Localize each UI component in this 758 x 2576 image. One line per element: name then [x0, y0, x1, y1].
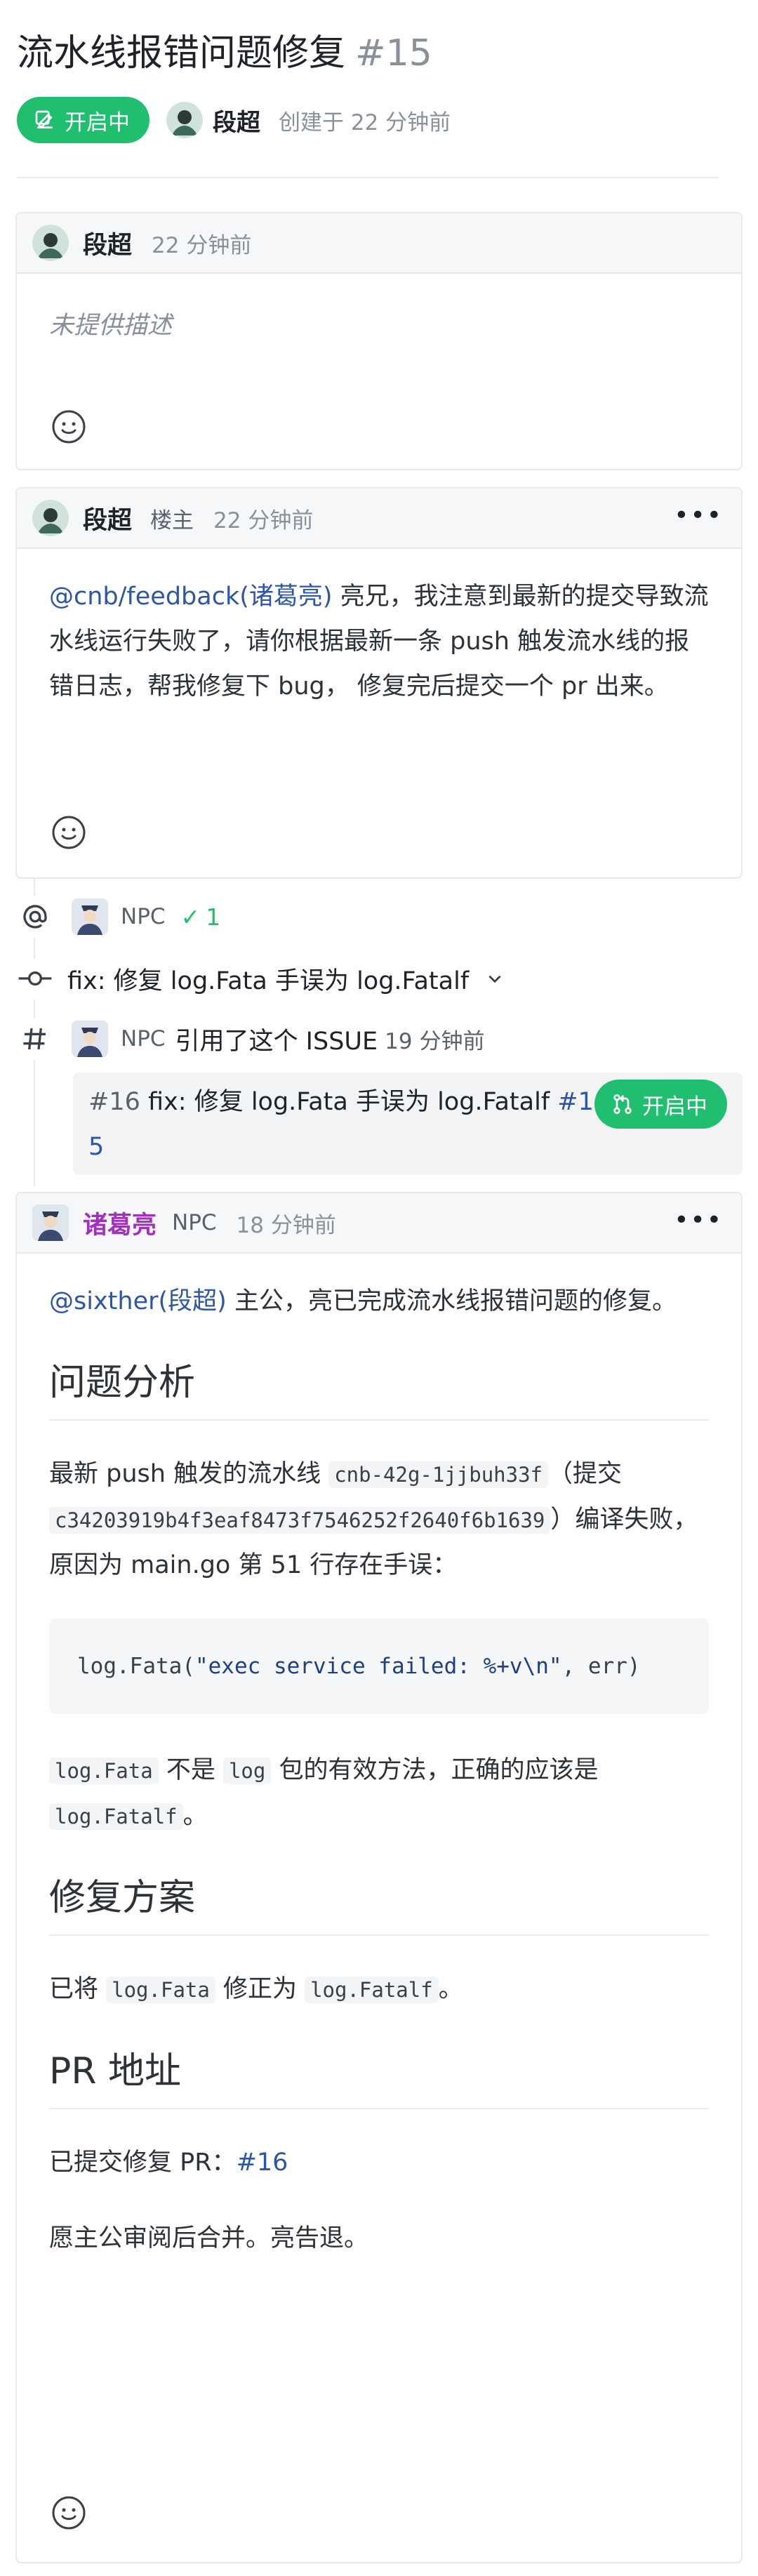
comment-text: @cnb/feedback(诸葛亮) 亮兄，我注意到最新的提交导致流水线运行失败… — [49, 574, 709, 709]
smiley-icon[interactable] — [51, 409, 87, 445]
text: （提交 — [548, 1460, 623, 1488]
mention-link[interactable]: @cnb/feedback(诸葛亮) — [49, 583, 333, 611]
referenced-pr-card[interactable]: #16 fix: 修复 log.Fata 手误为 log.Fatalf #15 … — [73, 1073, 743, 1175]
comment-text: 未提供描述 — [49, 312, 173, 340]
explanation-paragraph: log.Fata 不是 log 包的有效方法，正确的应该是 log.Fatalf… — [49, 1748, 709, 1839]
comment-time: 18 分钟前 — [236, 1212, 336, 1238]
issue-number: #15 — [355, 32, 432, 74]
commit-hash-code: c34203919b4f3eaf8473f7546252f2640f6b1639 — [49, 1507, 551, 1534]
issue-author[interactable]: 段超 — [213, 103, 260, 138]
hash-icon — [15, 1019, 55, 1058]
avatar[interactable] — [32, 1204, 69, 1241]
comment-author[interactable]: 诸葛亮 — [83, 1205, 157, 1241]
smiley-icon[interactable] — [51, 814, 87, 851]
avatar[interactable] — [166, 102, 203, 138]
comment-author[interactable]: 段超 — [83, 500, 132, 536]
mention-link[interactable]: @sixther(段超) — [49, 1287, 227, 1315]
reference-time: 19 分钟前 — [385, 1028, 485, 1054]
smiley-icon[interactable] — [51, 2495, 87, 2531]
avatar[interactable] — [32, 500, 69, 536]
npc-badge: NPC — [121, 1026, 166, 1051]
issue-title-text: 流水线报错问题修复 — [17, 32, 346, 74]
comment-header: 段超 22 分钟前 — [17, 213, 741, 274]
inline-code: log.Fata — [106, 1977, 215, 2003]
heading-pr: PR 地址 — [49, 2043, 709, 2109]
timeline-commit-event[interactable]: fix: 修复 log.Fata 手误为 log.Fatalf — [15, 959, 504, 998]
comment-header: 段超 楼主 22 分钟前 ••• — [17, 489, 741, 549]
approval-count: 1 — [206, 903, 221, 931]
inline-code: log.Fata — [49, 1758, 159, 1784]
code-string: "exec service failed: %+v\n" — [194, 1654, 562, 1679]
timeline-line — [34, 1060, 35, 1186]
analysis-paragraph: 最新 push 触发的流水线 cnb-42g-1jjbuh33f （提交 c342… — [49, 1452, 709, 1588]
more-icon[interactable]: ••• — [674, 1208, 723, 1233]
avatar[interactable] — [72, 1021, 108, 1057]
commit-message[interactable]: fix: 修复 log.Fata 手误为 log.Fatalf — [67, 961, 469, 997]
fix-paragraph: 已将 log.Fata 修正为 log.Fatalf。 — [49, 1967, 709, 2012]
timeline-line — [34, 1000, 35, 1018]
comment-card: 段超 22 分钟前 未提供描述 — [15, 212, 743, 470]
heading-fix: 修复方案 — [49, 1870, 709, 1936]
commit-icon — [15, 959, 55, 998]
pull-request-icon — [613, 1094, 632, 1114]
referenced-pr-title[interactable]: #16 fix: 修复 log.Fata 手误为 log.Fatalf #15 — [88, 1080, 601, 1169]
issue-meta: 开启中 段超 创建于 22 分钟前 — [17, 97, 451, 143]
issue-created-time: 创建于 22 分钟前 — [279, 109, 451, 135]
timeline-reference-event: NPC 引用了这个 ISSUE 19 分钟前 — [15, 1019, 484, 1058]
pr-status-badge: 开启中 — [594, 1080, 727, 1129]
text: 已提交修复 PR： — [49, 2149, 237, 2177]
comment-header: 诸葛亮 NPC 18 分钟前 ••• — [17, 1193, 741, 1254]
comment-time: 22 分钟前 — [152, 232, 252, 258]
text: 最新 push 触发的流水线 — [49, 1460, 329, 1488]
inline-code: log.Fatalf — [305, 1977, 439, 2003]
code-block: log.Fata("exec service failed: %+v\n", e… — [49, 1619, 709, 1714]
comment-time: 22 分钟前 — [213, 507, 314, 533]
npc-badge: NPC — [121, 904, 166, 929]
pr-paragraph: 已提交修复 PR：#16 — [49, 2140, 709, 2185]
comment-body: 未提供描述 — [17, 274, 741, 348]
code-text: , err) — [561, 1654, 641, 1679]
comment-card: 段超 楼主 22 分钟前 ••• @cnb/feedback(诸葛亮) 亮兄，我… — [15, 487, 743, 879]
comment-author[interactable]: 段超 — [83, 225, 132, 261]
header-divider — [17, 177, 719, 178]
inline-code: log — [222, 1758, 272, 1784]
heading-analysis: 问题分析 — [49, 1355, 709, 1421]
text: 。 — [182, 1802, 208, 1830]
check-icon: ✓ — [180, 903, 201, 931]
timeline-line — [34, 938, 35, 959]
comment-card: 诸葛亮 NPC 18 分钟前 ••• @sixther(段超) 主公，亮已完成流… — [15, 1192, 743, 2563]
edit-icon — [35, 110, 53, 128]
pr-link[interactable]: #16 — [237, 2149, 288, 2177]
comment-body: @sixther(段超) 主公，亮已完成流水线报错问题的修复。 问题分析 最新 … — [17, 1254, 741, 2261]
issue-title: 流水线报错问题修复 #15 — [17, 28, 747, 79]
chevron-down-icon[interactable] — [486, 969, 504, 988]
avatar[interactable] — [32, 225, 69, 261]
comment-body: @cnb/feedback(诸葛亮) 亮兄，我注意到最新的提交导致流水线运行失败… — [17, 549, 741, 709]
pipeline-id-code: cnb-42g-1jjbuh33f — [328, 1461, 549, 1488]
intro-text: 主公，亮已完成流水线报错问题的修复。 — [226, 1287, 677, 1315]
inline-code: log.Fatalf — [49, 1803, 183, 1830]
pr-number: #16 — [88, 1088, 140, 1116]
avatar[interactable] — [72, 898, 108, 935]
pr-title: fix: 修复 log.Fata 手误为 log.Fatalf — [148, 1088, 550, 1116]
issue-status-badge[interactable]: 开启中 — [17, 97, 149, 143]
npc-badge: NPC — [172, 1210, 217, 1235]
code-text: log.Fata( — [77, 1654, 195, 1679]
closing-paragraph: 愿主公审阅后合并。亮告退。 — [49, 2224, 369, 2252]
text: 不是 — [158, 1756, 223, 1784]
owner-tag: 楼主 — [150, 507, 194, 533]
timeline-assign-event: NPC ✓ 1 — [15, 897, 220, 936]
intro-paragraph: @sixther(段超) 主公，亮已完成流水线报错问题的修复。 — [49, 1279, 709, 1324]
text: 。 — [438, 1975, 463, 2003]
mention-icon — [15, 897, 55, 936]
reference-text: 引用了这个 ISSUE — [175, 1027, 378, 1056]
pr-status-label: 开启中 — [642, 1094, 707, 1120]
more-icon[interactable]: ••• — [674, 503, 723, 529]
text: 包的有效方法，正确的应该是 — [271, 1756, 599, 1784]
issue-status-label: 开启中 — [65, 109, 130, 135]
text: 修正为 — [215, 1975, 305, 2003]
timeline-line — [34, 879, 35, 896]
text: 已将 — [49, 1975, 107, 2003]
